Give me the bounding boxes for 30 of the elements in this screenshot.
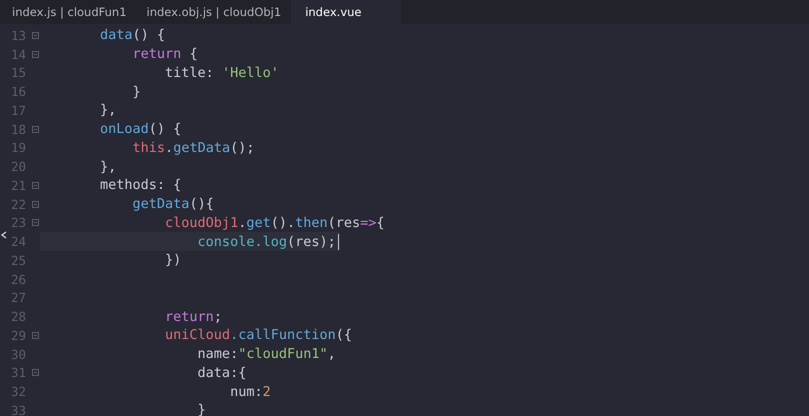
code-line: return { <box>132 46 198 62</box>
file-tab[interactable]: index.vue <box>291 0 402 24</box>
code-line: }, <box>99 158 116 175</box>
code-line: data:{ <box>196 364 246 381</box>
file-tab[interactable]: index.js | cloudFun1 <box>2 0 137 24</box>
code-line: onLoad() { <box>99 121 182 138</box>
code-line: data() { <box>99 27 166 44</box>
code-line: this.getData(); <box>132 140 254 156</box>
code-line: uniCloud.callFunction({ <box>164 327 352 344</box>
code-line: }) <box>164 252 182 268</box>
fold-icon[interactable] <box>32 32 38 39</box>
fold-icon[interactable] <box>32 200 38 208</box>
code-line: getData(){ <box>132 196 214 212</box>
code-line: title: 'Hello' <box>164 64 279 81</box>
code-line: cloudObj1.get().then(res=>{ <box>164 214 385 231</box>
code-line: methods: { <box>99 177 182 194</box>
code-line: return; <box>164 308 222 325</box>
fold-icon[interactable] <box>32 126 38 133</box>
code-line: } <box>132 84 141 100</box>
fold-icon[interactable] <box>32 50 38 58</box>
code-line: name:"cloudFun1", <box>196 346 336 362</box>
fold-icon[interactable] <box>32 332 38 339</box>
code-line: num:2 <box>229 384 271 400</box>
code-line: console.log(res); <box>196 234 336 250</box>
fold-icon[interactable] <box>32 182 38 189</box>
code-line: }, <box>99 102 116 118</box>
fold-icon[interactable] <box>32 219 38 226</box>
text-cursor <box>338 234 339 250</box>
fold-icon[interactable] <box>32 369 38 376</box>
file-tab[interactable]: index.obj.js | cloudObj1 <box>136 0 292 24</box>
